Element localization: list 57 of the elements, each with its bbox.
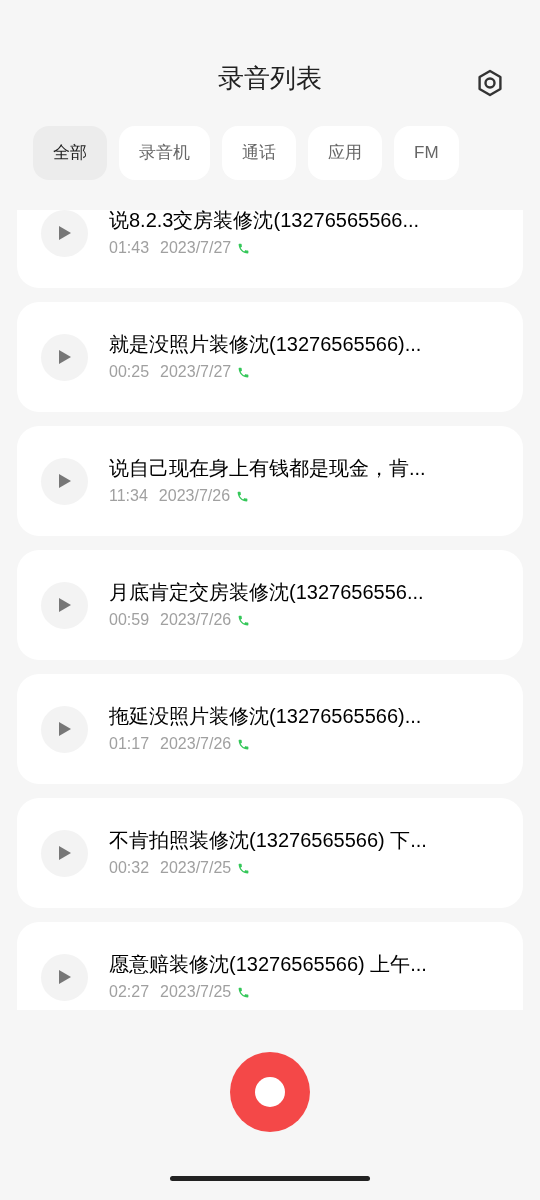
recording-date: 2023/7/26 (158, 486, 231, 506)
phone-icon (237, 861, 251, 875)
page-title: 录音列表 (218, 62, 322, 96)
recording-duration: 02:27 (109, 982, 150, 1002)
recording-title: 拖延没照片装修沈(13276565566)... (109, 704, 422, 729)
play-button[interactable] (41, 705, 88, 753)
recording-date: 2023/7/27 (160, 238, 232, 258)
play-button[interactable] (41, 210, 88, 257)
filter-tab[interactable]: 全部 (33, 126, 107, 180)
phone-icon (237, 985, 251, 999)
play-button[interactable] (41, 333, 88, 381)
recording-duration: 11:34 (109, 486, 148, 506)
phone-icon (237, 737, 251, 751)
filter-tab[interactable]: 通话 (222, 126, 296, 180)
recording-card[interactable]: 月底肯定交房装修沈(1327656556... 00:59 2023/7/26 (17, 550, 523, 660)
recording-date: 2023/7/25 (160, 982, 232, 1002)
play-icon (57, 597, 72, 613)
recording-card[interactable]: 拖延没照片装修沈(13276565566)... 01:17 2023/7/26 (17, 674, 523, 784)
play-icon (57, 721, 72, 737)
play-icon (57, 969, 72, 985)
filter-tab[interactable]: FM (394, 126, 459, 180)
recording-title: 月底肯定交房装修沈(1327656556... (109, 580, 424, 605)
filter-tab[interactable]: 应用 (308, 126, 382, 180)
recording-duration: 01:17 (109, 734, 150, 754)
recording-card[interactable]: 说8.2.3交房装修沈(13276565566... 01:43 2023/7/27 (17, 210, 523, 288)
phone-icon (237, 613, 251, 627)
recording-duration: 00:59 (109, 610, 150, 630)
play-button[interactable] (41, 953, 88, 1001)
recording-duration: 00:32 (109, 858, 150, 878)
phone-icon (237, 365, 251, 379)
play-icon (57, 473, 72, 489)
play-icon (57, 225, 72, 241)
filter-tab[interactable]: 录音机 (119, 126, 210, 180)
recording-duration: 00:25 (109, 362, 150, 382)
recording-card[interactable]: 愿意赔装修沈(13276565566) 上午... 02:27 2023/7/25 (17, 922, 523, 1010)
play-button[interactable] (41, 581, 88, 629)
recording-title: 愿意赔装修沈(13276565566) 上午... (109, 952, 427, 977)
phone-icon (236, 489, 250, 503)
recording-title: 说8.2.3交房装修沈(13276565566... (109, 210, 420, 233)
recording-card[interactable]: 就是没照片装修沈(13276565566)... 00:25 2023/7/27 (17, 302, 523, 412)
recording-card[interactable]: 不肯拍照装修沈(13276565566) 下... 00:32 2023/7/25 (17, 798, 523, 908)
recording-date: 2023/7/25 (160, 858, 232, 878)
recording-title: 说自己现在身上有钱都是现金，肯... (109, 456, 426, 481)
recording-title: 就是没照片装修沈(13276565566)... (109, 332, 422, 357)
record-icon (255, 1077, 285, 1107)
recording-title: 不肯拍照装修沈(13276565566) 下... (109, 828, 427, 853)
settings-icon (475, 67, 505, 98)
recording-date: 2023/7/26 (160, 734, 232, 754)
play-button[interactable] (41, 829, 88, 877)
recording-date: 2023/7/26 (160, 610, 232, 630)
recording-card[interactable]: 说自己现在身上有钱都是现金，肯... 11:34 2023/7/26 (17, 426, 523, 536)
play-button[interactable] (41, 457, 88, 505)
recording-duration: 01:43 (109, 238, 150, 258)
phone-icon (237, 241, 251, 255)
recording-date: 2023/7/27 (160, 362, 232, 382)
play-icon (57, 349, 72, 365)
play-icon (57, 845, 72, 861)
